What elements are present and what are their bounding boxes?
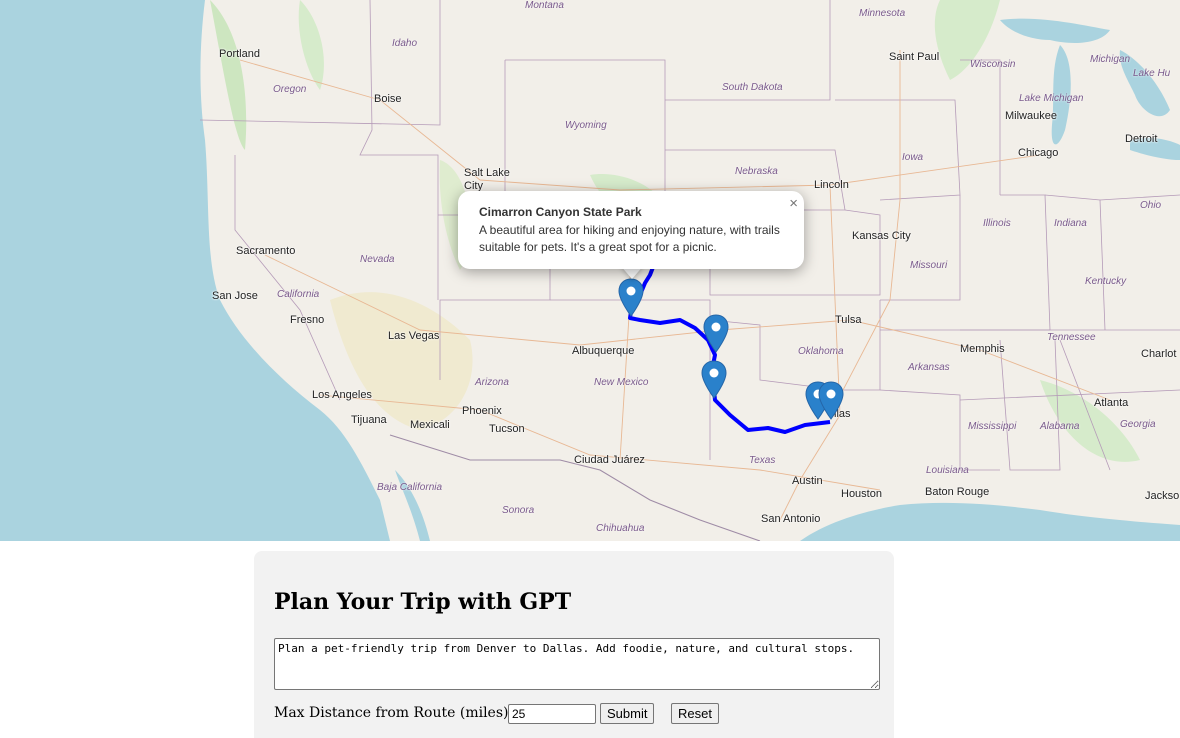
map-label-sonora: Sonora bbox=[502, 505, 535, 516]
map-label-mississippi: Mississippi bbox=[968, 421, 1017, 432]
map-label-texas: Texas bbox=[749, 455, 776, 466]
marker-popup: Cimarron Canyon State Park A beautiful a… bbox=[458, 191, 804, 269]
map-label-milwaukee: Milwaukee bbox=[1005, 110, 1057, 122]
map-label-albuquerque: Albuquerque bbox=[572, 345, 635, 357]
map-label-alabama: Alabama bbox=[1040, 421, 1080, 432]
map-label-missouri: Missouri bbox=[910, 260, 948, 271]
map-label-ciudad-juarez: Ciudad Juárez bbox=[574, 454, 645, 466]
map-label-arkansas: Arkansas bbox=[908, 362, 950, 373]
popup-description: A beautiful area for hiking and enjoying… bbox=[479, 223, 780, 254]
map-label-atlanta: Atlanta bbox=[1094, 397, 1129, 409]
map-label-salt-lake-city: Salt Lake City bbox=[464, 167, 510, 192]
map-label-baja-california: Baja California bbox=[377, 482, 443, 493]
page-title: Plan Your Trip with GPT bbox=[274, 589, 572, 615]
map-label-nebraska: Nebraska bbox=[735, 166, 778, 177]
map-label-iowa: Iowa bbox=[902, 152, 924, 163]
map-marker-icon[interactable] bbox=[703, 314, 729, 354]
map-label-idaho: Idaho bbox=[392, 38, 418, 49]
map-label-lake-michigan: Lake Michigan bbox=[1019, 93, 1084, 104]
reset-button[interactable]: Reset bbox=[671, 703, 719, 724]
map-label-sacramento: Sacramento bbox=[236, 245, 296, 257]
map-label-phoenix: Phoenix bbox=[462, 405, 502, 417]
map-marker-icon[interactable] bbox=[618, 278, 644, 318]
map-label-charlotte: Charlot bbox=[1141, 348, 1177, 360]
map-marker-icon[interactable] bbox=[818, 381, 844, 421]
map-label-houston: Houston bbox=[841, 488, 882, 500]
map-label-nevada: Nevada bbox=[360, 254, 395, 265]
distance-label: Max Distance from Route (miles): bbox=[274, 705, 514, 721]
map-label-michigan: Michigan bbox=[1090, 54, 1131, 65]
map-label-oklahoma: Oklahoma bbox=[798, 346, 844, 357]
map-label-jacksonville: Jackso bbox=[1145, 490, 1180, 502]
map-label-minnesota: Minnesota bbox=[859, 8, 906, 19]
map-label-los-angeles: Los Angeles bbox=[312, 389, 372, 401]
close-icon[interactable]: × bbox=[789, 195, 798, 212]
popup-title: Cimarron Canyon State Park bbox=[479, 205, 642, 219]
map-label-kentucky: Kentucky bbox=[1085, 276, 1127, 287]
map-label-california: California bbox=[277, 289, 320, 300]
map-label-montana: Montana bbox=[525, 0, 564, 11]
map-label-arizona: Arizona bbox=[475, 377, 509, 388]
map-label-mexicali: Mexicali bbox=[410, 419, 450, 431]
map-label-wisconsin: Wisconsin bbox=[970, 59, 1016, 70]
map-label-georgia: Georgia bbox=[1120, 419, 1156, 430]
map-label-illinois: Illinois bbox=[983, 218, 1011, 229]
map-label-austin: Austin bbox=[792, 475, 823, 487]
map-label-ohio: Ohio bbox=[1140, 200, 1162, 211]
map-label-oregon: Oregon bbox=[273, 84, 307, 95]
map-label-fresno: Fresno bbox=[290, 314, 325, 326]
map[interactable]: Montana Minnesota Portland Idaho Saint P… bbox=[0, 0, 1180, 541]
map-label-boise: Boise bbox=[374, 93, 402, 105]
map-label-indiana: Indiana bbox=[1054, 218, 1087, 229]
map-label-south-dakota: South Dakota bbox=[722, 82, 783, 93]
map-label-las-vegas: Las Vegas bbox=[388, 330, 440, 342]
map-marker-icon[interactable] bbox=[701, 360, 727, 400]
map-label-chihuahua: Chihuahua bbox=[596, 523, 645, 534]
map-label-kansas-city: Kansas City bbox=[852, 230, 911, 242]
map-label-chicago: Chicago bbox=[1018, 147, 1059, 159]
submit-button[interactable]: Submit bbox=[600, 703, 655, 724]
map-label-tijuana: Tijuana bbox=[351, 414, 387, 426]
map-label-tennessee: Tennessee bbox=[1047, 332, 1096, 343]
map-label-louisiana: Louisiana bbox=[926, 465, 969, 476]
map-label-san-antonio: San Antonio bbox=[761, 513, 821, 525]
map-label-lake-huron: Lake Hu bbox=[1133, 68, 1171, 79]
prompt-input[interactable]: Plan a pet-friendly trip from Denver to … bbox=[274, 638, 880, 690]
trip-planner-panel: Plan Your Trip with GPT Plan a pet-frien… bbox=[254, 551, 894, 738]
map-label-new-mexico: New Mexico bbox=[594, 377, 649, 388]
map-label-lincoln: Lincoln bbox=[814, 179, 849, 191]
map-label-wyoming: Wyoming bbox=[565, 120, 607, 131]
distance-input[interactable] bbox=[508, 704, 596, 724]
map-label-saint-paul: Saint Paul bbox=[889, 51, 940, 63]
map-label-memphis: Memphis bbox=[960, 343, 1005, 355]
map-label-baton-rouge: Baton Rouge bbox=[925, 486, 990, 498]
map-label-portland: Portland bbox=[219, 48, 260, 60]
map-label-tulsa: Tulsa bbox=[835, 314, 862, 326]
map-label-tucson: Tucson bbox=[489, 423, 525, 435]
map-label-detroit: Detroit bbox=[1125, 133, 1158, 145]
map-label-san-jose: San Jose bbox=[212, 290, 258, 302]
